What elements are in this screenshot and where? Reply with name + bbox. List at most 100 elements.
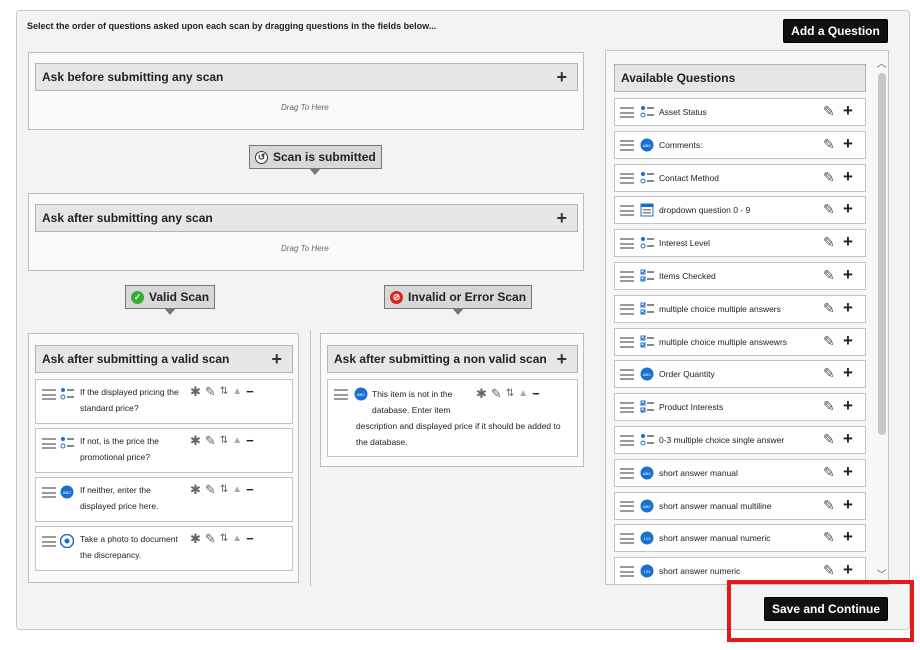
drag-handle-icon[interactable] (620, 467, 634, 479)
remove-minus-icon[interactable]: − (246, 384, 254, 400)
add-plus-icon[interactable]: + (843, 560, 853, 580)
add-plus-icon[interactable]: + (843, 167, 853, 187)
required-asterisk-icon[interactable]: ✱ (190, 482, 201, 498)
available-question-item[interactable]: Interest Level ✎ + (614, 229, 866, 258)
drag-handle-icon[interactable] (620, 566, 634, 578)
scroll-thumb[interactable] (878, 73, 886, 435)
drag-handle-icon[interactable] (620, 271, 634, 282)
add-plus-icon[interactable]: + (843, 232, 853, 252)
drag-handle-icon[interactable] (620, 205, 634, 217)
drag-handle-icon[interactable] (620, 402, 634, 414)
edit-pencil-icon[interactable]: ✎ (823, 464, 835, 481)
drag-handle-icon[interactable] (334, 389, 348, 400)
move-up-triangle-icon[interactable]: ▲ (232, 482, 242, 498)
required-asterisk-icon[interactable]: ✱ (190, 531, 201, 547)
drag-handle-icon[interactable] (620, 107, 634, 118)
drag-handle-icon[interactable] (620, 500, 634, 512)
available-question-item[interactable]: 0-3 multiple choice single answer ✎ + (614, 426, 866, 454)
edit-pencil-icon[interactable]: ✎ (205, 531, 216, 547)
edit-pencil-icon[interactable]: ✎ (205, 433, 216, 449)
available-question-item[interactable]: Contact Method ✎ + (614, 163, 866, 192)
drag-handle-icon[interactable] (42, 438, 56, 449)
add-before-submit-plus-icon[interactable]: + (556, 68, 567, 86)
edit-pencil-icon[interactable]: ✎ (491, 386, 502, 402)
drag-handle-icon[interactable] (42, 487, 56, 498)
edit-pencil-icon[interactable]: ✎ (823, 169, 835, 186)
drag-handle-icon[interactable] (620, 172, 634, 184)
available-question-item[interactable]: ABC short answer manual ✎ + (614, 458, 866, 487)
add-plus-icon[interactable]: + (843, 265, 853, 285)
valid-question-1[interactable]: If the displayed pricing the standard pr… (35, 379, 293, 424)
valid-question-2[interactable]: If not, is the price the promotional pri… (35, 428, 293, 473)
scroll-up-chevron-icon[interactable]: ︿ (875, 55, 888, 70)
add-plus-icon[interactable]: + (843, 396, 853, 416)
edit-pencil-icon[interactable]: ✎ (823, 365, 835, 382)
remove-minus-icon[interactable]: − (246, 531, 254, 547)
edit-pencil-icon[interactable]: ✎ (823, 562, 835, 579)
required-asterisk-icon[interactable]: ✱ (476, 386, 487, 402)
branch-arrows-icon[interactable]: ⇅ (220, 482, 228, 498)
available-question-item[interactable]: ABC Comments: ✎ + (614, 130, 866, 159)
drag-handle-icon[interactable] (42, 389, 56, 400)
branch-arrows-icon[interactable]: ⇅ (220, 384, 228, 400)
remove-minus-icon[interactable]: − (246, 482, 254, 498)
add-plus-icon[interactable]: + (843, 363, 853, 383)
branch-arrows-icon[interactable]: ⇅ (220, 433, 228, 449)
available-question-item[interactable]: 123 short answer manual numeric ✎ + (614, 524, 866, 553)
edit-pencil-icon[interactable]: ✎ (823, 267, 835, 284)
edit-pencil-icon[interactable]: ✎ (823, 136, 835, 153)
drag-handle-icon[interactable] (620, 533, 634, 545)
add-after-valid-plus-icon[interactable]: + (271, 350, 282, 368)
drag-handle-icon[interactable] (620, 369, 634, 381)
available-questions-scrollbar[interactable]: ︿ ﹀ (875, 55, 888, 581)
valid-question-3[interactable]: ABC If neither, enter the displayed pric… (35, 477, 293, 522)
edit-pencil-icon[interactable]: ✎ (205, 384, 216, 400)
move-up-triangle-icon[interactable]: ▲ (232, 433, 242, 449)
add-plus-icon[interactable]: + (843, 199, 853, 219)
drag-handle-icon[interactable] (620, 336, 634, 348)
edit-pencil-icon[interactable]: ✎ (823, 103, 835, 120)
add-plus-icon[interactable]: + (843, 527, 853, 547)
add-plus-icon[interactable]: + (843, 429, 853, 449)
drag-handle-icon[interactable] (620, 238, 634, 250)
edit-pencil-icon[interactable]: ✎ (823, 529, 835, 546)
available-question-item[interactable]: Product Interests ✎ + (614, 393, 866, 422)
invalid-question-1[interactable]: ABC This item is not in the database. En… (327, 379, 578, 457)
edit-pencil-icon[interactable]: ✎ (823, 497, 835, 514)
add-plus-icon[interactable]: + (843, 298, 853, 318)
move-up-triangle-icon[interactable]: ▲ (232, 384, 242, 400)
required-asterisk-icon[interactable]: ✱ (190, 433, 201, 449)
edit-pencil-icon[interactable]: ✎ (205, 482, 216, 498)
available-question-item[interactable]: Asset Status ✎ + (614, 98, 866, 126)
add-after-invalid-plus-icon[interactable]: + (556, 350, 567, 368)
edit-pencil-icon[interactable]: ✎ (823, 234, 835, 251)
edit-pencil-icon[interactable]: ✎ (823, 398, 835, 415)
add-plus-icon[interactable]: + (843, 134, 853, 154)
edit-pencil-icon[interactable]: ✎ (823, 431, 835, 448)
branch-arrows-icon[interactable]: ⇅ (220, 531, 228, 547)
available-question-item[interactable]: ABC Order Quantity ✎ + (614, 360, 866, 389)
available-question-item[interactable]: Items Checked ✎ + (614, 262, 866, 290)
add-plus-icon[interactable]: + (843, 101, 853, 121)
edit-pencil-icon[interactable]: ✎ (823, 333, 835, 350)
add-plus-icon[interactable]: + (843, 331, 853, 351)
branch-arrows-icon[interactable]: ⇅ (506, 386, 514, 402)
required-asterisk-icon[interactable]: ✱ (190, 384, 201, 400)
edit-pencil-icon[interactable]: ✎ (823, 300, 835, 317)
add-after-any-plus-icon[interactable]: + (556, 209, 567, 227)
move-up-triangle-icon[interactable]: ▲ (232, 531, 242, 547)
add-plus-icon[interactable]: + (843, 495, 853, 515)
valid-question-4[interactable]: Take a photo to document the discrepancy… (35, 526, 293, 571)
drag-handle-icon[interactable] (620, 139, 634, 151)
available-question-item[interactable]: multiple choice multiple answers ✎ + (614, 294, 866, 323)
drag-handle-icon[interactable] (620, 435, 634, 446)
drag-handle-icon[interactable] (42, 536, 56, 547)
remove-minus-icon[interactable]: − (246, 433, 254, 449)
save-and-continue-button[interactable]: Save and Continue (764, 597, 888, 621)
move-up-triangle-icon[interactable]: ▲ (518, 386, 528, 402)
available-question-item[interactable]: dropdown question 0 - 9 ✎ + (614, 196, 866, 225)
remove-minus-icon[interactable]: − (532, 386, 540, 402)
add-question-button[interactable]: Add a Question (783, 19, 888, 43)
drag-handle-icon[interactable] (620, 303, 634, 315)
available-question-item[interactable]: ABC short answer manual multiline ✎ + (614, 491, 866, 520)
